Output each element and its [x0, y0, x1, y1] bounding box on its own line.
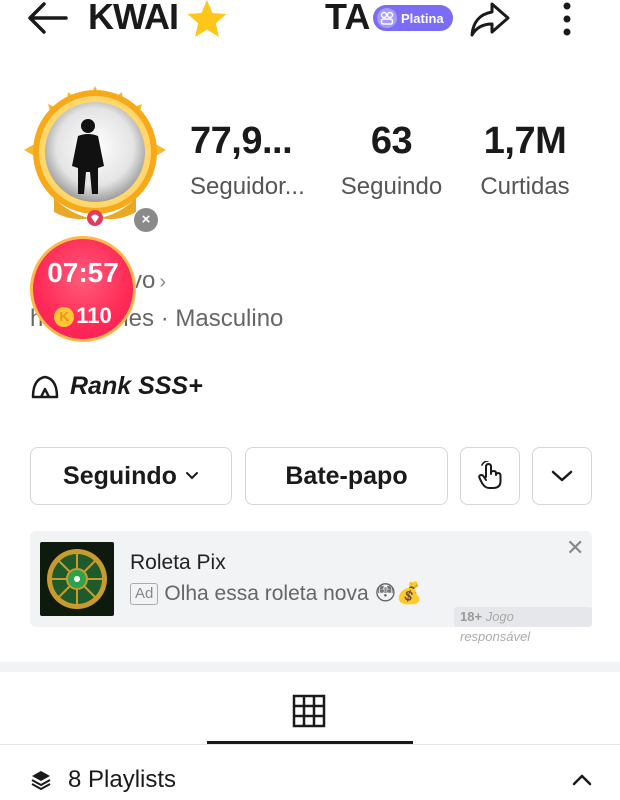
following-label: Seguindo: [340, 173, 443, 200]
ad-card[interactable]: Roleta Pix Ad Olha essa roleta nova 😳💰 ✕…: [30, 531, 592, 644]
rank-icon: [31, 375, 59, 398]
stat-followers[interactable]: 77,9... Seguidor...: [190, 120, 305, 201]
chevron-up-icon[interactable]: [570, 770, 594, 790]
coin-count: 110: [76, 303, 112, 328]
platina-badge[interactable]: Platina: [373, 5, 453, 31]
badge-label: Platina: [401, 10, 444, 26]
likes-label: Curtidas: [480, 173, 570, 200]
playlists-row[interactable]: 8 Playlists: [30, 766, 176, 794]
profile-name: KWAI: [88, 0, 179, 37]
following-button-label: Seguindo: [63, 461, 177, 490]
expand-button[interactable]: [532, 447, 592, 505]
ad-thumbnail: [40, 542, 114, 616]
following-button[interactable]: Seguindo: [30, 447, 232, 505]
ad-tag: Ad: [130, 582, 159, 605]
hand-tap-icon: [478, 461, 502, 489]
followers-label: Seguidor...: [190, 173, 305, 200]
age-rating: 18+: [460, 609, 483, 624]
layers-icon: [31, 771, 51, 790]
close-icon[interactable]: ✕: [566, 535, 584, 561]
poke-button[interactable]: [460, 447, 520, 505]
chevron-down-icon: [185, 472, 198, 480]
responsible-gaming-label: 18+ Jogo responsável: [454, 607, 592, 644]
ad-text-row: Ad Olha essa roleta nova 😳💰: [130, 581, 423, 606]
grid-icon[interactable]: [292, 694, 326, 728]
stat-likes[interactable]: 1,7M Curtidas: [470, 120, 580, 201]
chat-button-label: Bate-papo: [285, 461, 408, 490]
chevron-right-icon: ›: [159, 271, 167, 293]
coin-icon: K: [54, 307, 75, 327]
share-icon[interactable]: [468, 0, 512, 38]
ad-text: Olha essa roleta nova 😳💰: [164, 582, 423, 605]
badge-icon: [377, 8, 397, 28]
rank-label: Rank SSS+: [70, 372, 203, 400]
tab-divider: [0, 744, 620, 745]
rank-row[interactable]: Rank SSS+: [30, 372, 203, 401]
star-icon: [187, 0, 227, 37]
followers-count: 77,9...: [190, 120, 293, 162]
ad-title: Roleta Pix: [130, 551, 226, 574]
following-count: 63: [370, 120, 413, 162]
chevron-down-icon: [551, 470, 573, 482]
section-divider: [0, 662, 620, 672]
close-icon[interactable]: ×: [134, 208, 158, 232]
stat-following[interactable]: 63 Seguindo: [334, 120, 449, 201]
likes-count: 1,7M: [483, 120, 567, 162]
back-arrow-icon[interactable]: [26, 0, 70, 36]
playlists-label: 8 Playlists: [68, 766, 177, 793]
timer-coins: K 110: [33, 303, 133, 329]
chat-button[interactable]: Bate-papo: [245, 447, 448, 505]
floating-timer-widget[interactable]: 07:57 K 110: [30, 236, 136, 342]
top-bar: KWAI TA Platina: [0, 0, 620, 44]
more-options-icon[interactable]: [555, 0, 579, 40]
timer-time: 07:57: [47, 257, 119, 288]
profile-name-suffix: TA: [325, 0, 371, 37]
